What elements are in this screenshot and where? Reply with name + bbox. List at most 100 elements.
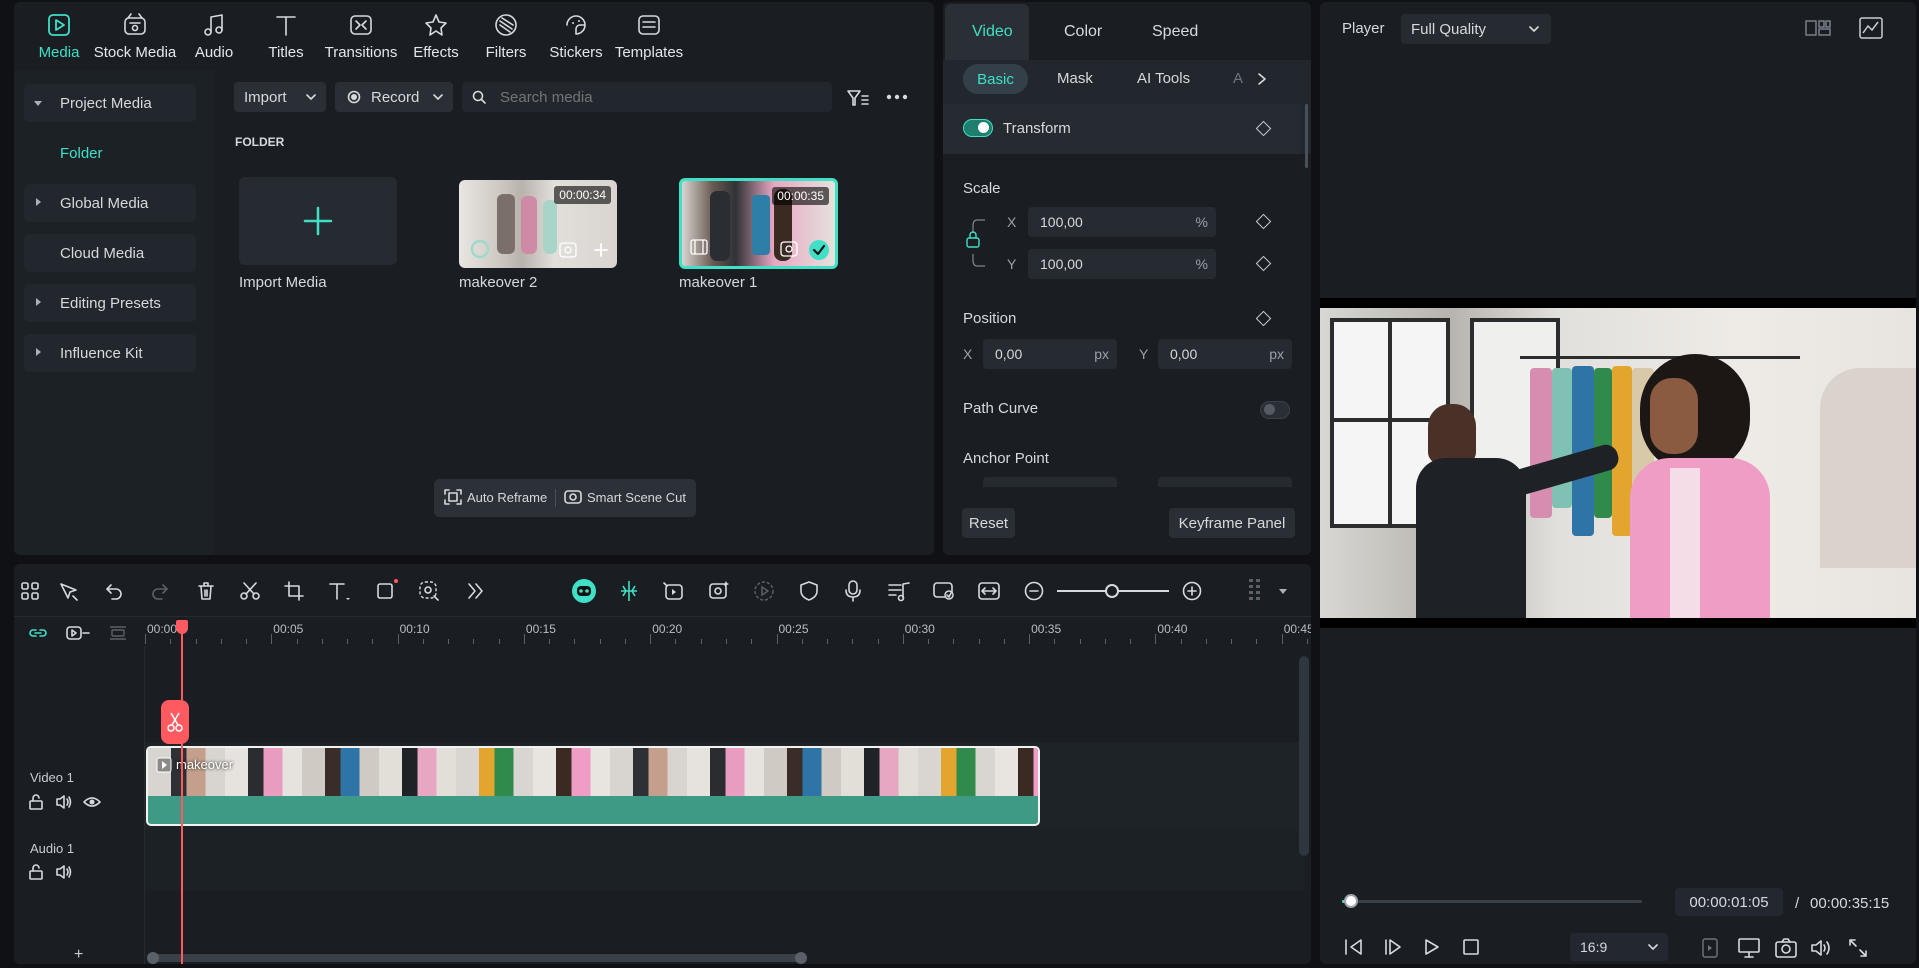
text-tool-icon[interactable] <box>328 581 352 601</box>
playback-scrubber-handle[interactable] <box>1344 894 1358 908</box>
toolbar-stock-media[interactable]: Stock Media <box>90 12 180 61</box>
timeline-ruler[interactable]: 00:00 00:05 00:10 00:15 00:20 00:25 00:30 00:35… <box>145 616 1311 646</box>
add-track-icon[interactable] <box>66 625 90 641</box>
sidebar-item-folder[interactable]: Folder <box>24 134 196 172</box>
more-options-icon[interactable] <box>886 94 908 100</box>
timeline-video-clip[interactable]: makeover <box>146 746 1040 826</box>
toolbar-label: Audio <box>194 44 234 61</box>
preview-render-icon[interactable] <box>932 580 956 602</box>
undo-icon[interactable] <box>104 581 124 601</box>
media-clip-makeover-2[interactable]: 00:00:34 <box>459 180 617 268</box>
sidebar-item-influence-kit[interactable]: Influence Kit <box>24 334 196 372</box>
fit-timeline-icon[interactable] <box>977 580 1001 602</box>
scrollbar-handle-right[interactable] <box>795 952 807 964</box>
filter-sort-icon[interactable] <box>846 88 870 108</box>
select-tool-icon[interactable] <box>58 581 80 601</box>
layout-grid-icon[interactable] <box>20 581 40 601</box>
keyframe-diamond-icon[interactable] <box>1255 310 1272 327</box>
auto-highlight-icon[interactable] <box>661 580 685 602</box>
import-dropdown[interactable]: Import <box>234 82 326 112</box>
track-audio-icon[interactable] <box>55 794 73 810</box>
track-height-icon[interactable] <box>1246 577 1264 605</box>
transform-toggle[interactable] <box>963 119 993 137</box>
stop-icon[interactable] <box>1463 939 1479 955</box>
sidebar-item-cloud-media[interactable]: Cloud Media <box>24 234 196 272</box>
track-visibility-eye-icon[interactable] <box>83 794 101 810</box>
snapshot-camera-icon[interactable] <box>1775 938 1797 958</box>
properties-scrollbar[interactable] <box>1305 104 1308 168</box>
tab-speed[interactable]: Speed <box>1152 23 1198 41</box>
toolbar-templates[interactable]: Templates <box>604 12 694 61</box>
timeline-vertical-scrollbar[interactable] <box>1299 656 1309 856</box>
playback-progress-track[interactable] <box>1342 894 1642 908</box>
keyframe-diamond-icon[interactable] <box>1255 213 1272 230</box>
subtab-overflow[interactable]: A <box>1233 70 1243 87</box>
fullscreen-icon[interactable] <box>1848 938 1868 958</box>
volume-icon[interactable] <box>1810 938 1832 958</box>
video-preview[interactable] <box>1320 298 1916 628</box>
add-to-timeline-icon[interactable] <box>593 242 609 258</box>
render-preview-icon[interactable] <box>1702 938 1718 958</box>
microphone-icon[interactable] <box>844 579 862 603</box>
lock-link-icon[interactable] <box>965 218 985 268</box>
split-scissors-icon[interactable] <box>239 581 261 601</box>
track-lock-icon[interactable] <box>28 794 44 810</box>
smart-scene-cut-button[interactable]: Smart Scene Cut <box>564 489 686 505</box>
scopes-icon[interactable] <box>1859 17 1883 39</box>
tab-color[interactable]: Color <box>1064 23 1102 41</box>
link-icon[interactable] <box>28 625 48 641</box>
more-tools-chevrons-icon[interactable] <box>466 581 484 601</box>
current-time-box[interactable]: 00:00:01:05 <box>1675 888 1783 916</box>
zoom-slider-track[interactable] <box>1057 584 1169 598</box>
quality-dropdown[interactable]: Full Quality <box>1401 14 1551 44</box>
mark-shield-icon[interactable] <box>799 580 819 602</box>
import-media-tile[interactable] <box>239 177 397 265</box>
add-track-button[interactable]: + <box>74 946 83 964</box>
scale-y-field[interactable]: 100,00% <box>1028 249 1216 279</box>
delete-icon[interactable] <box>196 581 216 601</box>
subtab-basic[interactable]: Basic <box>963 64 1028 94</box>
chevron-down-icon[interactable] <box>1278 588 1288 596</box>
subtab-mask[interactable]: Mask <box>1057 70 1093 87</box>
shape-tool-icon[interactable] <box>375 578 399 602</box>
search-media-field[interactable] <box>462 82 832 112</box>
snap-magnet-icon[interactable] <box>618 580 640 602</box>
sidebar-item-project-media[interactable]: Project Media <box>24 84 196 122</box>
play-icon[interactable] <box>1424 938 1440 956</box>
crop-icon[interactable] <box>284 581 304 601</box>
next-frame-icon[interactable] <box>1384 938 1404 956</box>
zoom-out-icon[interactable] <box>1024 581 1044 601</box>
path-curve-toggle[interactable] <box>1260 401 1290 419</box>
track-lock-icon[interactable] <box>28 864 44 880</box>
ai-video-enhance-icon[interactable] <box>707 579 731 601</box>
record-dropdown[interactable]: Record <box>335 82 453 112</box>
chevron-right-icon[interactable] <box>1257 72 1267 86</box>
sidebar-item-editing-presets[interactable]: Editing Presets <box>24 284 196 322</box>
timeline-horizontal-scrollbar[interactable] <box>147 952 807 964</box>
redo-icon[interactable] <box>150 581 170 601</box>
search-input[interactable] <box>500 88 800 106</box>
audio-mixer-icon[interactable] <box>887 580 911 602</box>
scale-x-field[interactable]: 100,00% <box>1028 207 1216 237</box>
aspect-ratio-dropdown[interactable]: 16:9 <box>1570 933 1668 961</box>
display-settings-icon[interactable] <box>1738 938 1760 958</box>
auto-reframe-button[interactable]: Auto Reframe <box>444 489 547 505</box>
track-audio-icon[interactable] <box>55 864 73 880</box>
position-x-field[interactable]: 0,00 px <box>983 339 1117 369</box>
scrollbar-handle-left[interactable] <box>147 952 159 964</box>
reset-button[interactable]: Reset <box>962 508 1015 538</box>
playhead-split-button[interactable] <box>161 700 189 744</box>
keyframe-diamond-icon[interactable] <box>1255 255 1272 272</box>
ai-copilot-icon[interactable] <box>571 578 597 604</box>
zoom-in-icon[interactable] <box>1182 581 1202 601</box>
zoom-slider-handle[interactable] <box>1105 584 1119 598</box>
previous-frame-icon[interactable] <box>1344 938 1364 956</box>
subtab-ai-tools[interactable]: AI Tools <box>1137 70 1190 87</box>
playhead[interactable] <box>174 620 190 964</box>
media-clip-makeover-1[interactable]: 00:00:35 <box>679 178 838 269</box>
layout-toggle-icon[interactable] <box>1805 18 1831 38</box>
sidebar-item-global-media[interactable]: Global Media <box>24 184 196 222</box>
ai-selection-icon[interactable] <box>418 580 440 602</box>
position-y-field[interactable]: 0,00 px <box>1158 339 1292 369</box>
keyframe-panel-button[interactable]: Keyframe Panel <box>1169 508 1295 538</box>
